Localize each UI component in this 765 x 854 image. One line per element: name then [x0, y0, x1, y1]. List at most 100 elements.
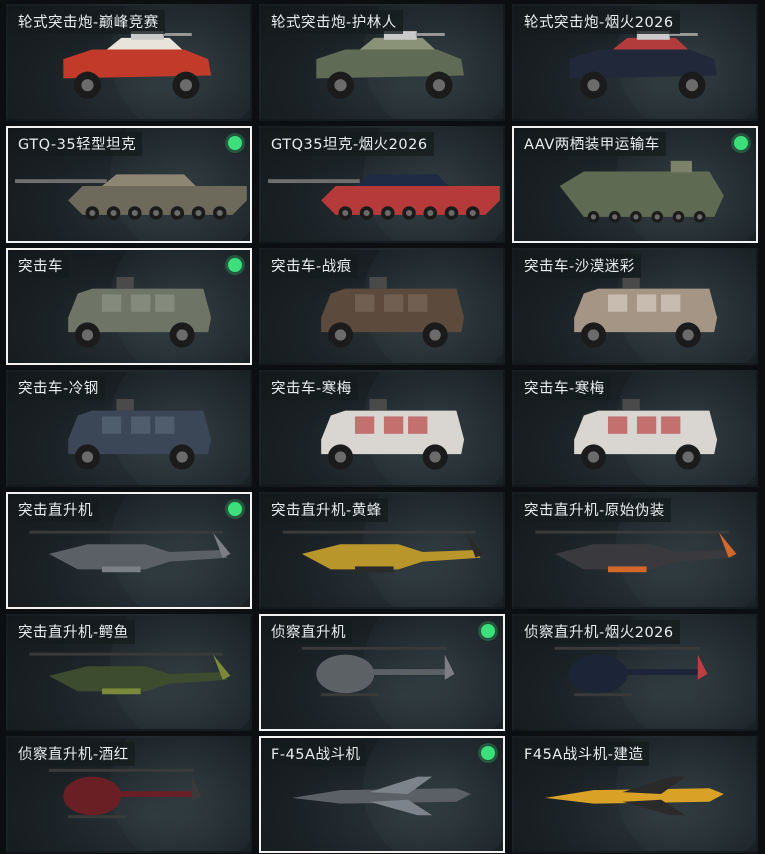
rotor [282, 530, 476, 534]
helicopter-cabin [63, 776, 122, 816]
aav-hull [559, 171, 724, 217]
rotor [29, 652, 223, 656]
vehicle-skin-card[interactable]: F45A战斗机-建造 [512, 736, 758, 853]
wheel-hub [179, 79, 193, 92]
vehicle-skin-name: 突击直升机-原始伪装 [518, 498, 671, 522]
vehicle-skin-card[interactable]: 突击车-沙漠迷彩 [512, 248, 758, 365]
mrap-door [636, 416, 657, 434]
wheel-hub [429, 451, 441, 463]
wheel-hub [195, 209, 202, 217]
weapon-pylon [101, 566, 141, 573]
mrap-door [130, 294, 151, 312]
vehicle-skin-card[interactable]: 突击直升机-鳄鱼 [6, 614, 252, 731]
gun-barrel [162, 33, 192, 36]
mrap-door [354, 294, 375, 312]
vehicle-skin-name: 突击车-沙漠迷彩 [518, 254, 641, 278]
mrap-door [661, 416, 681, 434]
mrap-door [383, 294, 404, 312]
wheel-hub [448, 209, 455, 217]
tank-turret [101, 174, 196, 186]
helicopter-body [48, 544, 228, 570]
vehicle-skin-card[interactable]: 突击直升机-原始伪装 [512, 492, 758, 609]
vehicle-skin-name: 突击车-战痕 [265, 254, 358, 278]
rotor [535, 530, 729, 534]
tail-boom [116, 791, 199, 797]
wheel-hub [176, 451, 188, 463]
wheel-hub [342, 209, 349, 217]
wheel-hub [429, 329, 441, 341]
vehicle-skin-name: 突击直升机 [12, 498, 99, 522]
wheel-hub [406, 209, 413, 217]
vehicle-skin-card[interactable]: 轮式突击炮-烟火2026 [512, 4, 758, 121]
rotor [48, 768, 194, 772]
vehicle-skin-name: GTQ-35轻型坦克 [12, 132, 143, 156]
vehicle-skin-name: GTQ35坦克-烟火2026 [265, 132, 434, 156]
vehicle-skin-card[interactable]: 轮式突击炮-护林人 [259, 4, 505, 121]
helicopter-cabin [569, 654, 628, 694]
mrap-turret [116, 277, 134, 289]
vehicle-skin-card[interactable]: 突击车-战痕 [259, 248, 505, 365]
equipped-indicator-icon [228, 136, 242, 150]
vehicle-skin-card[interactable]: F-45A战斗机 [259, 736, 505, 853]
wheel-hub [590, 214, 597, 220]
vehicle-skin-name: 突击车-冷钢 [12, 376, 105, 400]
vehicle-skin-name: F45A战斗机-建造 [518, 742, 650, 766]
vehicle-skin-name: 轮式突击炮-巅峰竞赛 [12, 10, 165, 34]
vehicle-skin-card[interactable]: 侦察直升机-烟火2026 [512, 614, 758, 731]
vehicle-skin-name: 突击车-寒梅 [265, 376, 358, 400]
wheel-hub [682, 451, 694, 463]
mrap-door [636, 294, 657, 312]
wheel-hub [587, 79, 600, 92]
wheel-hub [675, 214, 682, 220]
vehicle-skin-grid: 轮式突击炮-巅峰竞赛 轮式突击炮-护林人 轮式突击炮-烟火2026 GTQ-35轻型坦… [6, 4, 762, 853]
tail-fin [697, 654, 708, 680]
tank-gun [15, 179, 107, 184]
vehicle-skin-name: 突击车-寒梅 [518, 376, 611, 400]
wheel-hub [587, 329, 600, 341]
wheel-hub [685, 79, 699, 92]
mrap-door [607, 416, 628, 434]
vehicle-skin-card[interactable]: 突击车-寒梅 [512, 370, 758, 487]
wheel-hub [633, 214, 639, 220]
helicopter-cabin [316, 654, 375, 694]
wheel-hub [432, 79, 446, 92]
helicopter-body [48, 666, 228, 692]
wheel-hub [176, 329, 188, 341]
vehicle-skin-name: F-45A战斗机 [265, 742, 367, 766]
wheel-hub [334, 79, 347, 92]
vehicle-skin-card[interactable]: AAV两栖装甲运输车 [512, 126, 758, 243]
vehicle-skin-card[interactable]: 侦察直升机-酒红 [6, 736, 252, 853]
weapon-pylon [354, 566, 394, 573]
tank-turret [354, 174, 449, 186]
vehicle-skin-card[interactable]: 突击车-冷钢 [6, 370, 252, 487]
vehicle-skin-card[interactable]: 侦察直升机 [259, 614, 505, 731]
vehicle-skin-card[interactable]: GTQ-35轻型坦克 [6, 126, 252, 243]
vehicle-skin-name: 轮式突击炮-烟火2026 [518, 10, 680, 34]
wheel-hub [334, 451, 347, 463]
wheel-hub [81, 329, 94, 341]
mrap-door [383, 416, 404, 434]
weapon-pylon [101, 688, 141, 695]
vehicle-skin-card[interactable]: 突击直升机 [6, 492, 252, 609]
mrap-door [101, 416, 122, 434]
tail-fin [444, 654, 455, 680]
vehicle-skin-card[interactable]: 突击车-寒梅 [259, 370, 505, 487]
wheel-hub [384, 209, 391, 217]
vehicle-skin-card[interactable]: 突击直升机-黄蜂 [259, 492, 505, 609]
vehicle-skin-name: 突击车 [12, 254, 69, 278]
skid [68, 815, 127, 819]
mrap-door [101, 294, 122, 312]
mrap-door [354, 416, 375, 434]
weapon-pylon [607, 566, 647, 573]
mrap-turret [369, 277, 387, 289]
helicopter-body [554, 544, 734, 570]
tail-fin [191, 776, 202, 802]
wheel-hub [363, 209, 370, 217]
mrap-door [661, 294, 681, 312]
wheel-hub [654, 214, 660, 220]
vehicle-skin-card[interactable]: 突击车 [6, 248, 252, 365]
vehicle-skin-name: 侦察直升机 [265, 620, 352, 644]
vehicle-skin-card[interactable]: 轮式突击炮-巅峰竞赛 [6, 4, 252, 121]
vehicle-skin-card[interactable]: GTQ35坦克-烟火2026 [259, 126, 505, 243]
helicopter-body [301, 544, 481, 570]
